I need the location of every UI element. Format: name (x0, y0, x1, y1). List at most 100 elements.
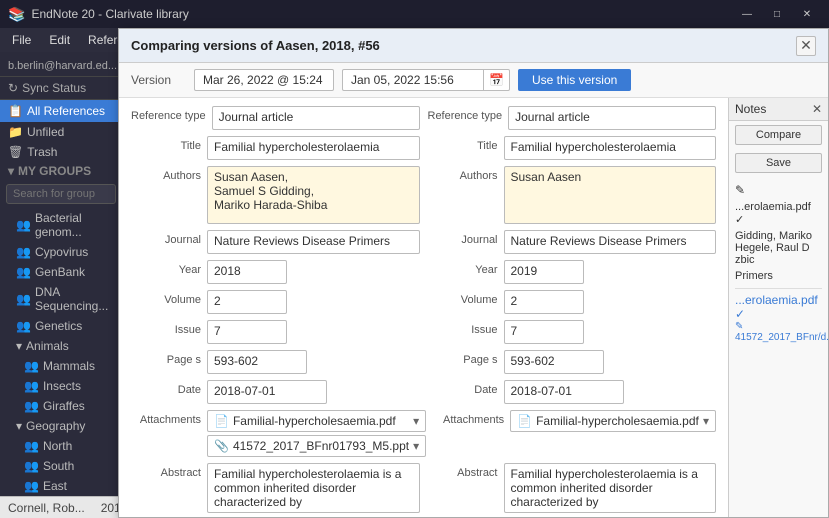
group-icon: 👥 (16, 319, 31, 333)
pages-label1: Page s (131, 350, 201, 366)
title-label1: Title (131, 136, 201, 152)
issue-col2: Issue 7 (428, 320, 717, 344)
use-version-button[interactable]: Use this version (518, 69, 631, 91)
chevron-icon: ▾ (16, 339, 22, 353)
sidebar-item-geography[interactable]: ▾ Geography (0, 416, 122, 436)
sync-status[interactable]: ↻ Sync Status (0, 77, 122, 100)
pages-value1: 593-602 (207, 350, 307, 374)
journal-label2: Journal (428, 230, 498, 246)
sidebar-item-giraffes[interactable]: 👥 Giraffes (0, 396, 122, 416)
issue-label1: Issue (131, 320, 201, 336)
date-value2: 2018-07-01 (504, 380, 624, 404)
authors-value2: Susan Aasen (504, 166, 717, 224)
modal-close-button[interactable]: ✕ (796, 36, 816, 56)
group-icon: 👥 (24, 359, 39, 373)
notes-close-button[interactable]: ✕ (812, 102, 822, 116)
compare-columns: Reference type Journal article Reference… (119, 98, 728, 517)
volume-value2: 2 (504, 290, 584, 314)
attachments-label2: Attachments (434, 410, 504, 426)
maximize-button[interactable]: □ (763, 0, 791, 28)
reftype-label2: Reference type (428, 106, 503, 122)
attach-dropdown-arrow3[interactable]: ▾ (703, 414, 709, 428)
journal-col2: Journal Nature Reviews Disease Primers (428, 230, 717, 254)
group-label: Cypovirus (35, 245, 88, 259)
sidebar-item-bacterial[interactable]: 👥 Bacterial genom... (0, 208, 122, 242)
year-row: Year 2018 Year 2019 (131, 260, 716, 284)
sidebar-item-east[interactable]: 👥 East (0, 476, 122, 496)
sidebar-trash[interactable]: 🗑 Trash (0, 142, 122, 162)
sidebar-item-south[interactable]: 👥 South (0, 456, 122, 476)
group-label: East (43, 479, 67, 493)
year-label1: Year (131, 260, 201, 276)
sidebar-unfiled[interactable]: 📁 Unfiled (0, 122, 122, 142)
close-button[interactable]: ✕ (793, 0, 821, 28)
journal-col1: Journal Nature Reviews Disease Primers (131, 230, 420, 254)
compare-button[interactable]: Compare (735, 125, 822, 145)
group-label: GenBank (35, 265, 85, 279)
library-icon: 📋 (8, 104, 23, 118)
group-icon: 👥 (16, 265, 31, 279)
sidebar-item-north[interactable]: 👥 North (0, 436, 122, 456)
modal-header: Comparing versions of Aasen, 2018, #56 ✕ (119, 29, 828, 63)
title-label2: Title (428, 136, 498, 152)
date-label2: Date (428, 380, 498, 396)
journal-row: Journal Nature Reviews Disease Primers J… (131, 230, 716, 254)
group-label: Genetics (35, 319, 82, 333)
sidebar-item-dna[interactable]: 👥 DNA Sequencing... (0, 282, 122, 316)
group-icon: 👥 (16, 245, 31, 259)
volume-col1: Volume 2 (131, 290, 420, 314)
group-search-input[interactable] (6, 184, 116, 204)
attach-dropdown-arrow2[interactable]: ▾ (413, 439, 419, 453)
sidebar-item-mammals[interactable]: 👥 Mammals (0, 356, 122, 376)
volume-label2: Volume (428, 290, 498, 306)
status-item-1[interactable]: Cornell, Rob... (8, 501, 85, 515)
group-label: Giraffes (43, 399, 85, 413)
calendar-icon[interactable]: 📅 (483, 70, 509, 90)
reftype-value2: Journal article (508, 106, 716, 130)
title-col2: Title Familial hypercholesterolaemia (428, 136, 717, 160)
issue-row: Issue 7 Issue 7 (131, 320, 716, 344)
version2-picker[interactable]: Jan 05, 2022 15:56 📅 (342, 69, 510, 91)
sidebar-item-animals[interactable]: ▾ Animals (0, 336, 122, 356)
my-groups-header: ▾ MY GROUPS (0, 162, 122, 180)
attach-ppt1[interactable]: 📎 41572_2017_BFnr01793_M5.ppt ▾ (207, 435, 426, 457)
save-button[interactable]: Save (735, 153, 822, 173)
notes-detail-3: Primers (735, 270, 822, 282)
attach-pdf1[interactable]: 📄 Familial-hypercholesaemia.pdf ▾ (207, 410, 426, 432)
volume-col2: Volume 2 (428, 290, 717, 314)
group-label: Animals (26, 339, 69, 353)
menu-file[interactable]: File (4, 31, 39, 49)
compare-modal: Comparing versions of Aasen, 2018, #56 ✕… (118, 28, 829, 518)
year-value2: 2019 (504, 260, 584, 284)
attach-pdf2[interactable]: 📄 Familial-hypercholesaemia.pdf ▾ (510, 410, 716, 432)
sidebar-item-genetics[interactable]: 👥 Genetics (0, 316, 122, 336)
date-col1: Date 2018-07-01 (131, 380, 420, 404)
title-row: Title Familial hypercholesterolaemia Tit… (131, 136, 716, 160)
attachments-col1: Attachments 📄 Familial-hypercholesaemia.… (131, 410, 426, 457)
authors-label1: Authors (131, 166, 201, 182)
all-references-label: All References (27, 104, 105, 118)
chevron-down-icon: ▾ (8, 164, 14, 178)
title-bar: 📚 EndNote 20 - Clarivate library — □ ✕ (0, 0, 829, 28)
attachments-label1: Attachments (131, 410, 201, 426)
menu-edit[interactable]: Edit (41, 31, 78, 49)
pages-label2: Page s (428, 350, 498, 366)
chevron-icon: ▾ (16, 419, 22, 433)
sidebar-item-insects[interactable]: 👥 Insects (0, 376, 122, 396)
title-value2: Familial hypercholesterolaemia (504, 136, 717, 160)
sidebar-all-references[interactable]: 📋 All References (0, 100, 122, 122)
abstract-col1: Abstract Familial hypercholesterolaemia … (131, 463, 420, 513)
attach-dropdown-arrow1[interactable]: ▾ (413, 414, 419, 428)
sidebar-item-genbank[interactable]: 👥 GenBank (0, 262, 122, 282)
notes-attach2[interactable]: ✎ 41572_2017_BFnr/d..._MOESM5.pptv (735, 321, 822, 343)
sidebar-item-cypovirus[interactable]: 👥 Cypovirus (0, 242, 122, 262)
attach-container1: 📄 Familial-hypercholesaemia.pdf ▾ 📎 4157… (207, 410, 426, 457)
edit-icon[interactable]: ✎ (735, 183, 745, 197)
minimize-button[interactable]: — (733, 0, 761, 28)
window-controls: — □ ✕ (733, 0, 821, 28)
abstract-row: Abstract Familial hypercholesterolaemia … (131, 463, 716, 513)
pages-value2: 593-602 (504, 350, 604, 374)
notes-attach1[interactable]: ...erolaemia.pdf ✓ (735, 293, 822, 321)
notes-panel: Notes ✕ Compare Save ✎ ...erolaemia.pdf … (728, 98, 828, 517)
version-row: Version Mar 26, 2022 @ 15:24 Jan 05, 202… (119, 63, 828, 98)
